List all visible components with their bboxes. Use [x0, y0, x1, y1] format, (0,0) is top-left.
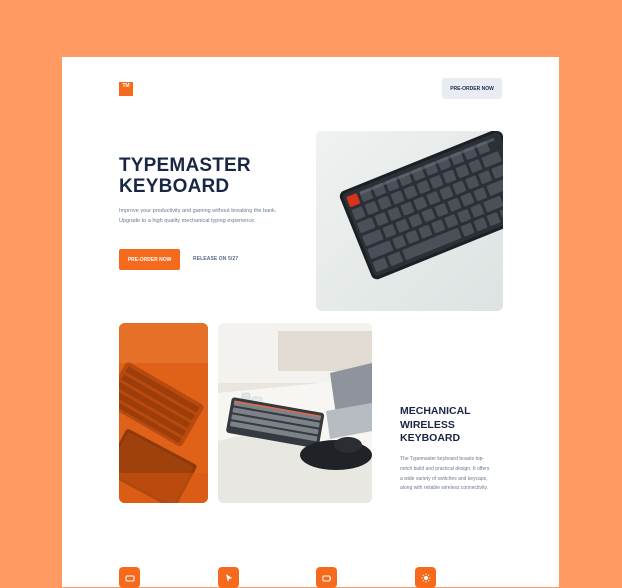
release-date-label: RELEASE ON 5/27: [193, 256, 238, 262]
nav-preorder-button[interactable]: PRE-ORDER NOW: [442, 78, 502, 99]
logo[interactable]: TM: [119, 82, 133, 96]
orange-keyboard-image: [119, 323, 208, 503]
feature-description: The Typemaster keyboard boasts top-notch…: [400, 455, 490, 494]
hero-preorder-button[interactable]: PRE-ORDER NOW: [119, 249, 180, 270]
feature-title-line: WIRELESS: [400, 419, 500, 433]
cursor-feature-icon: [218, 567, 239, 588]
feature-title-line: KEYBOARD: [400, 432, 500, 446]
hero-title-line: TYPEMASTER: [119, 155, 299, 176]
battery-feature-icon: [316, 567, 337, 588]
feature-title-line: MECHANICAL: [400, 405, 500, 419]
landing-page-card: TM PRE-ORDER NOW TYPEMASTER KEYBOARD Imp…: [62, 57, 559, 587]
hero-title-line: KEYBOARD: [119, 176, 299, 197]
hero-title: TYPEMASTER KEYBOARD: [119, 155, 299, 197]
desk-setup-image: [218, 323, 372, 503]
hero-description: Improve your productivity and gaming wit…: [119, 206, 277, 226]
keyboard-feature-icon: [119, 567, 140, 588]
hero-keyboard-image: [316, 131, 503, 311]
light-feature-icon: [415, 567, 436, 588]
feature-title: MECHANICAL WIRELESS KEYBOARD: [400, 405, 500, 446]
